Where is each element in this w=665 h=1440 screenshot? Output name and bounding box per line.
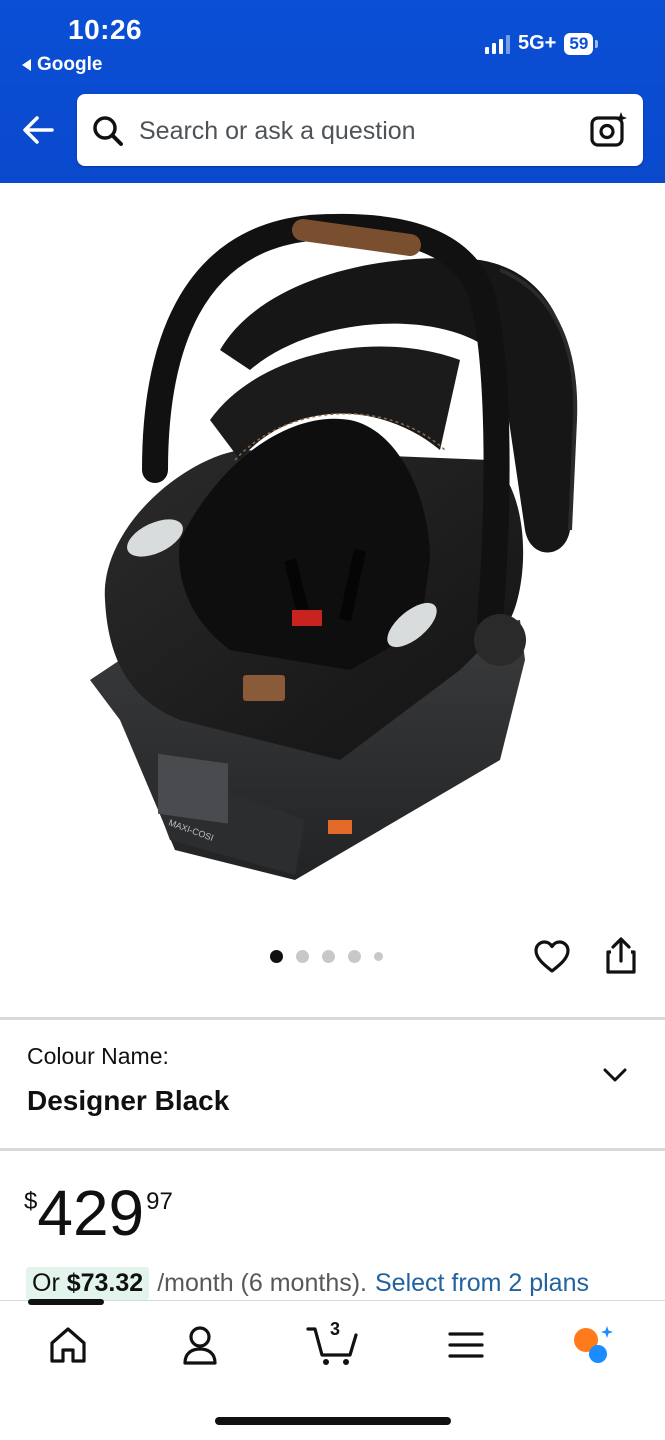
monthly-amount: $73.32 [66,1269,144,1297]
colour-value: Designer Black [27,1085,230,1116]
price: $ 429 97 [24,1178,173,1248]
monthly-term: /month (6 months). [157,1269,367,1297]
monthly-payment: Or $73.32 /month (6 months). Select from… [26,1267,589,1300]
network-label: 5G+ [518,32,557,54]
account-icon[interactable] [178,1323,222,1367]
menu-icon[interactable] [444,1323,488,1367]
back-triangle-icon [22,59,31,71]
top-bar: 10:26 Google 5G+ 59 Search or ask a ques… [0,0,665,183]
divider [0,1017,665,1020]
nav-active-indicator [28,1299,104,1305]
cart-button[interactable]: 3 [306,1319,360,1367]
price-whole: 429 [37,1177,145,1249]
cart-count: 3 [330,1319,341,1339]
home-icon[interactable] [46,1323,90,1367]
price-symbol: $ [24,1188,38,1215]
carousel-dot-1[interactable] [270,950,283,963]
back-arrow-icon[interactable] [18,110,58,150]
back-to-app-link[interactable]: Google [22,54,102,76]
divider [0,1148,665,1151]
carousel-dot-3[interactable] [322,950,335,963]
search-bar[interactable]: Search or ask a question [77,94,643,166]
or-text: Or [32,1269,67,1297]
battery-level: 59 [564,32,594,55]
status-indicators: 5G+ 59 [485,32,599,55]
status-time: 10:26 [68,14,143,45]
carousel-dot-2[interactable] [296,950,309,963]
camera-search-icon[interactable] [589,110,629,150]
monthly-amount-chip: Or $73.32 [26,1267,150,1300]
bottom-nav: 3 [0,1299,665,1440]
image-carousel-dots[interactable] [270,950,383,963]
carousel-dot-4[interactable] [348,950,361,963]
share-icon[interactable] [602,936,640,976]
heart-icon[interactable] [533,938,571,976]
search-icon [93,116,123,146]
rufus-assistant-icon[interactable] [570,1323,614,1367]
chevron-down-icon[interactable] [600,1062,630,1088]
price-fraction: 97 [146,1188,173,1215]
colour-label: Colour Name: [27,1043,169,1069]
battery-icon: 59 [564,32,599,55]
search-input[interactable]: Search or ask a question [139,117,416,146]
home-indicator [215,1417,451,1425]
signal-icon [485,34,510,54]
back-app-label: Google [37,54,103,75]
product-image[interactable]: MAXI-COSI [60,200,605,900]
select-plans-link[interactable]: Select from 2 plans [375,1269,589,1298]
carousel-dot-5[interactable] [374,952,383,961]
